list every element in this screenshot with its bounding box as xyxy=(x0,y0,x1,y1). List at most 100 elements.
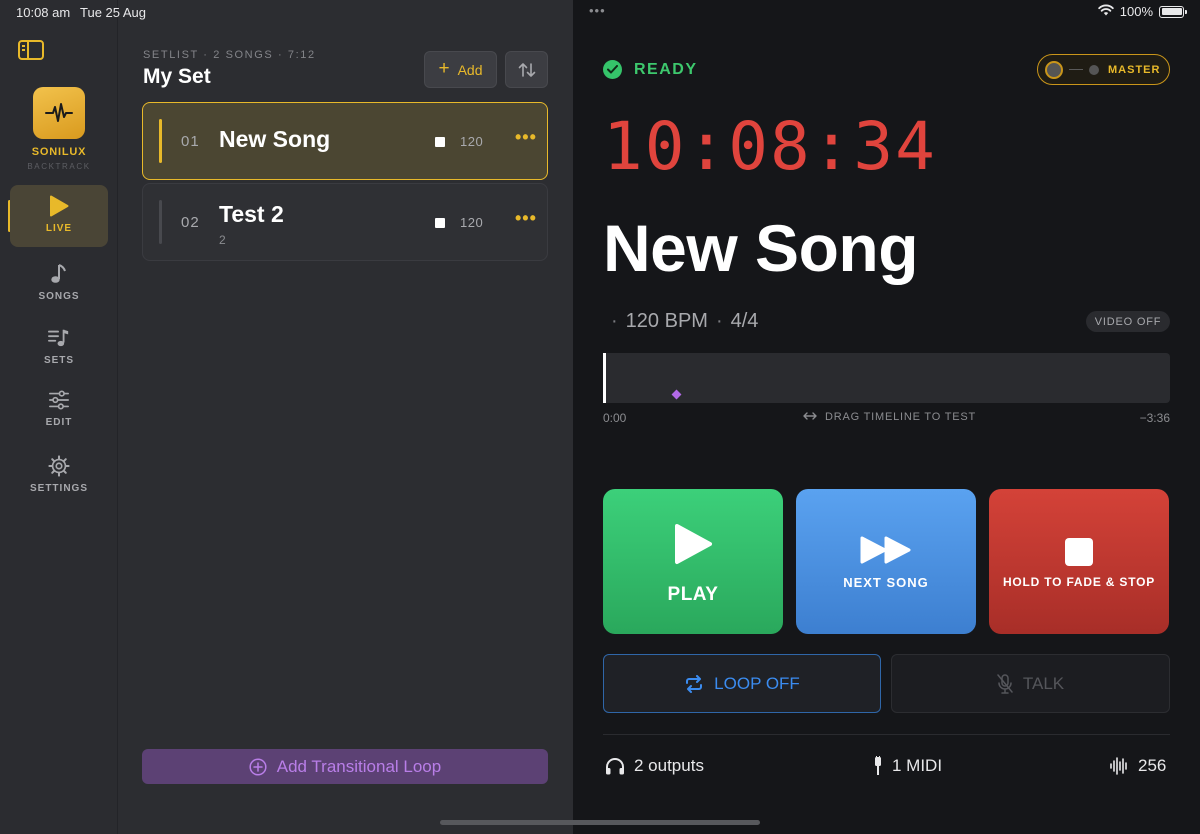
song-title: New Song xyxy=(219,126,331,152)
master-label: MASTER xyxy=(1108,63,1161,76)
fade-stop-button[interactable]: HOLD TO FADE & STOP xyxy=(989,489,1169,634)
status-date: Tue 25 Aug xyxy=(80,5,147,20)
song-info: · 120 BPM · 4/4 xyxy=(611,310,758,333)
wifi-icon xyxy=(1098,4,1114,19)
setlist-meta: SETLIST · 2 SONGS · 7:12 xyxy=(143,49,316,61)
timeline-hint: DRAG TIMELINE TO TEST xyxy=(803,411,976,424)
footer-divider xyxy=(603,734,1170,735)
fade-stop-label: HOLD TO FADE & STOP xyxy=(1002,575,1156,589)
add-button-label: Add xyxy=(457,61,483,78)
sidebar-item-label: LIVE xyxy=(45,223,73,234)
plus-circle-icon xyxy=(249,757,267,776)
timeline-start: 0:00 xyxy=(603,411,627,425)
reorder-button[interactable] xyxy=(505,51,548,88)
play-button[interactable]: PLAY xyxy=(603,489,783,634)
timeline[interactable] xyxy=(603,353,1170,403)
sidebar-item-live[interactable]: LIVE xyxy=(10,185,108,247)
midi-cable-icon xyxy=(875,756,881,775)
outputs-label: 2 outputs xyxy=(634,756,704,775)
ready-status: READY xyxy=(603,60,698,79)
loop-label: LOOP OFF xyxy=(714,673,800,693)
next-song-label: NEXT SONG xyxy=(843,575,929,590)
waveform-logo-icon xyxy=(45,103,73,122)
multitasking-dots[interactable]: ••• xyxy=(589,3,606,18)
live-panel: READY MASTER 10:08:34 New Song · 120 BPM ·… xyxy=(573,0,1200,834)
stop-square-icon xyxy=(435,137,445,147)
sidebar-item-label: SETS xyxy=(43,355,75,366)
midi-label: 1 MIDI xyxy=(892,756,943,775)
midi-status[interactable]: 1 MIDI xyxy=(873,756,942,776)
master-toggle[interactable]: MASTER xyxy=(1037,54,1170,85)
video-off-badge[interactable]: VIDEO OFF xyxy=(1086,311,1170,332)
playhead[interactable] xyxy=(603,353,606,403)
sidebar-item-sets[interactable]: SETS xyxy=(10,317,108,379)
sliders-icon xyxy=(48,389,70,411)
master-knob-icon xyxy=(1045,60,1063,79)
add-song-button[interactable]: + Add xyxy=(424,51,497,88)
info-separator: · xyxy=(611,310,618,332)
info-separator: · xyxy=(715,310,723,332)
play-icon xyxy=(603,522,783,566)
loop-toggle-button[interactable]: LOOP OFF xyxy=(603,654,881,713)
brand-name: SONILUX xyxy=(31,146,87,158)
sidebar: SONILUX BACKTRACK LIVE SONGS SETS EDIT S… xyxy=(0,0,118,834)
gear-icon xyxy=(48,455,70,477)
home-indicator[interactable] xyxy=(440,820,760,825)
app-logo xyxy=(33,87,85,139)
next-song-button[interactable]: NEXT SONG xyxy=(796,489,976,634)
horizontal-arrows-icon xyxy=(803,411,817,424)
brand-subtitle: BACKTRACK xyxy=(27,162,91,171)
talk-button[interactable]: TALK xyxy=(891,654,1170,713)
plus-icon: + xyxy=(438,58,450,79)
sidebar-toggle-icon[interactable] xyxy=(18,40,44,60)
stop-square-icon xyxy=(435,218,445,228)
mic-off-icon xyxy=(997,673,1013,694)
repeat-icon xyxy=(686,674,703,693)
battery-icon xyxy=(1159,5,1187,18)
ready-label: READY xyxy=(634,60,698,78)
row-accent-bar xyxy=(159,119,162,163)
sidebar-item-songs[interactable]: SONGS xyxy=(10,253,108,315)
outputs-status[interactable]: 2 outputs xyxy=(605,756,704,776)
transitional-loop-label: Add Transitional Loop xyxy=(276,756,442,776)
buffer-status[interactable]: 256 xyxy=(1109,756,1166,776)
more-options-icon[interactable]: ••• xyxy=(515,127,537,148)
status-time: 10:08 am xyxy=(16,5,71,20)
setlist-icon xyxy=(48,327,70,349)
sidebar-item-label: EDIT xyxy=(45,417,73,428)
sidebar-item-settings[interactable]: SETTINGS xyxy=(10,445,108,507)
time-signature: 4/4 xyxy=(730,310,759,332)
talk-label: TALK xyxy=(1022,673,1065,693)
sort-arrows-icon xyxy=(518,62,535,77)
timeline-hint-label: DRAG TIMELINE TO TEST xyxy=(825,411,977,423)
live-clock: 10:08:34 xyxy=(603,108,937,185)
buffer-label: 256 xyxy=(1138,756,1167,775)
setlist-panel: SETLIST · 2 SONGS · 7:12 My Set + Add 01… xyxy=(118,0,573,834)
song-row[interactable]: 02 Test 2 2 120 ••• xyxy=(142,183,548,261)
sidebar-item-label: SETTINGS xyxy=(29,483,88,494)
headphones-icon xyxy=(606,758,624,775)
setlist-title: My Set xyxy=(143,65,211,88)
song-row[interactable]: 01 New Song 120 ••• xyxy=(142,102,548,180)
fast-forward-icon xyxy=(796,535,976,565)
song-number: 01 xyxy=(181,133,200,150)
song-bpm-label: 120 BPM xyxy=(625,310,708,332)
master-link-line xyxy=(1069,69,1083,70)
sidebar-item-label: SONGS xyxy=(38,291,80,302)
cue-marker[interactable] xyxy=(671,389,682,400)
music-note-icon xyxy=(48,263,70,285)
waveform-icon xyxy=(1110,757,1127,775)
check-circle-icon xyxy=(603,60,622,79)
add-transitional-loop-button[interactable]: Add Transitional Loop xyxy=(142,749,548,784)
play-label: PLAY xyxy=(667,584,719,605)
song-number: 02 xyxy=(181,214,200,231)
status-right: 100% xyxy=(1098,4,1187,19)
more-options-icon[interactable]: ••• xyxy=(515,208,537,229)
sidebar-item-edit[interactable]: EDIT xyxy=(10,379,108,441)
row-accent-bar xyxy=(159,200,162,244)
current-song-title: New Song xyxy=(603,211,919,285)
song-title: Test 2 xyxy=(219,201,284,227)
status-bar: 10:08 am Tue 25 Aug ••• 100% xyxy=(0,0,1200,26)
song-bpm: 120 xyxy=(460,134,484,149)
song-subtitle: 2 xyxy=(219,233,226,247)
